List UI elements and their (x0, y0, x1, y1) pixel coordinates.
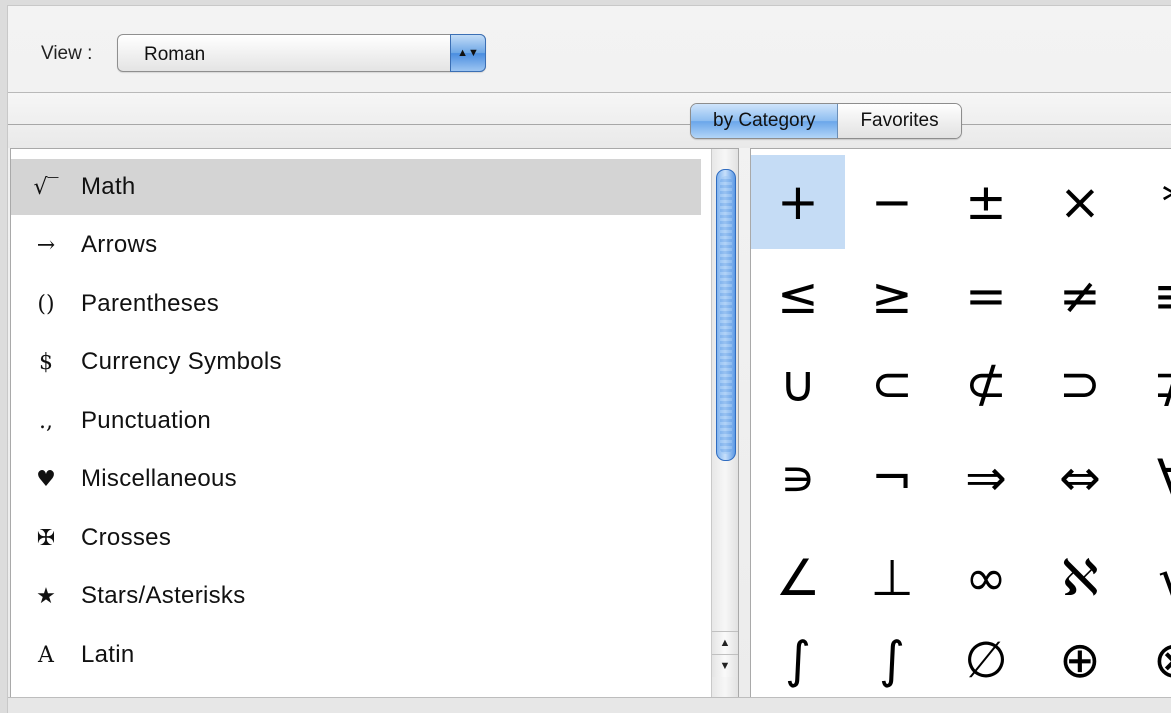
glyph-cell[interactable]: ∀ (1127, 431, 1171, 525)
category-list: √‾ Math → Arrows () Parentheses $ Curren… (10, 148, 739, 698)
bottom-bar (8, 697, 1171, 713)
glyph-cell[interactable]: √ (1127, 531, 1171, 625)
tab-by-category[interactable]: by Category (691, 104, 839, 138)
scroll-down-arrow-icon[interactable]: ▼ (712, 654, 738, 677)
scrollbar-thumb[interactable] (716, 169, 736, 461)
latin-a-icon: A (38, 642, 54, 668)
category-label: Punctuation (81, 407, 212, 434)
toolbar: View : Roman ▲▼ (8, 6, 1171, 92)
category-label: Currency Symbols (81, 348, 282, 375)
square-root-icon: √‾ (33, 174, 59, 200)
view-label: View : (41, 43, 93, 64)
category-item-punctuation[interactable]: ., Punctuation (11, 393, 701, 449)
popup-stepper-icon: ▲▼ (450, 34, 486, 72)
category-item-latin[interactable]: A Latin (11, 627, 701, 683)
tab-band-line (8, 124, 1171, 125)
scroll-up-arrow-icon[interactable]: ▲ (712, 631, 738, 654)
punctuation-icon: ., (39, 408, 53, 434)
character-palette-window: View : Roman ▲▼ by Category Favorites √‾… (7, 5, 1171, 713)
star-icon: ★ (36, 583, 56, 609)
heart-icon: ♥ (36, 466, 56, 492)
tab-band (8, 93, 1171, 148)
category-label: Parentheses (81, 290, 220, 317)
category-item-crosses[interactable]: ✠ Crosses (11, 510, 701, 566)
glyph-cell[interactable]: ≡ (1127, 249, 1171, 343)
right-arrow-icon: → (36, 232, 56, 258)
glyph-cell[interactable]: ⇒ (939, 431, 1033, 525)
glyph-cell[interactable]: ⊅ (1127, 337, 1171, 431)
glyph-cell[interactable]: ⊕ (1033, 613, 1127, 697)
category-item-currency-symbols[interactable]: $ Currency Symbols (11, 334, 701, 390)
glyph-cell[interactable]: ℵ (1033, 531, 1127, 625)
view-popup-value: Roman (144, 44, 206, 65)
category-label: Math (81, 173, 136, 200)
glyph-cell[interactable]: ∫ (751, 613, 845, 697)
glyph-cell[interactable]: ⇔ (1033, 431, 1127, 525)
glyph-cell[interactable]: ≤ (751, 249, 845, 343)
character-grid: + − ± × * ≤ ≥ = ≠ ≡ ∪ ⊂ ⊄ ⊃ ⊅ ∍ ¬ ⇒ ⇔ ∀ … (750, 148, 1171, 698)
glyph-cell[interactable]: ⊃ (1033, 337, 1127, 431)
maltese-cross-icon: ✠ (36, 525, 56, 551)
glyph-cell[interactable]: = (939, 249, 1033, 343)
glyph-cell[interactable]: ∅ (939, 613, 1033, 697)
category-item-stars-asterisks[interactable]: ★ Stars/Asterisks (11, 568, 701, 624)
tab-favorites[interactable]: Favorites (838, 104, 961, 138)
glyph-cell[interactable]: ⊂ (845, 337, 939, 431)
category-item-miscellaneous[interactable]: ♥ Miscellaneous (11, 451, 701, 507)
category-item-arrows[interactable]: → Arrows (11, 217, 701, 273)
category-item-parentheses[interactable]: () Parentheses (11, 276, 701, 332)
parentheses-icon: () (37, 291, 55, 317)
view-mode-segmented-control: by Category Favorites (690, 103, 962, 139)
glyph-cell[interactable]: ± (939, 155, 1033, 249)
category-label: Arrows (81, 231, 158, 258)
glyph-cell[interactable]: ∞ (939, 531, 1033, 625)
category-list-scrollbar[interactable]: ▲ ▼ (711, 149, 738, 697)
glyph-cell[interactable]: − (845, 155, 939, 249)
glyph-cell[interactable]: ⊥ (845, 531, 939, 625)
category-label: Crosses (81, 524, 172, 551)
glyph-cell[interactable]: ∍ (751, 431, 845, 525)
glyph-cell[interactable]: ∠ (751, 531, 845, 625)
category-label: Stars/Asterisks (81, 582, 246, 609)
glyph-cell[interactable]: ≠ (1033, 249, 1127, 343)
view-popup-button[interactable]: Roman ▲▼ (117, 34, 486, 72)
dollar-icon: $ (39, 349, 53, 375)
category-label: Latin (81, 641, 135, 668)
glyph-cell[interactable]: ∪ (751, 337, 845, 431)
category-label: Miscellaneous (81, 465, 237, 492)
glyph-cell[interactable]: * (1127, 155, 1171, 249)
glyph-cell[interactable]: ⊄ (939, 337, 1033, 431)
glyph-cell[interactable]: × (1033, 155, 1127, 249)
glyph-cell[interactable]: ≥ (845, 249, 939, 343)
category-item-math[interactable]: √‾ Math (11, 159, 701, 215)
glyph-cell[interactable]: + (751, 155, 845, 249)
glyph-cell[interactable]: ∫ (845, 613, 939, 697)
glyph-cell[interactable]: ⊗ (1127, 613, 1171, 697)
glyph-cell[interactable]: ¬ (845, 431, 939, 525)
